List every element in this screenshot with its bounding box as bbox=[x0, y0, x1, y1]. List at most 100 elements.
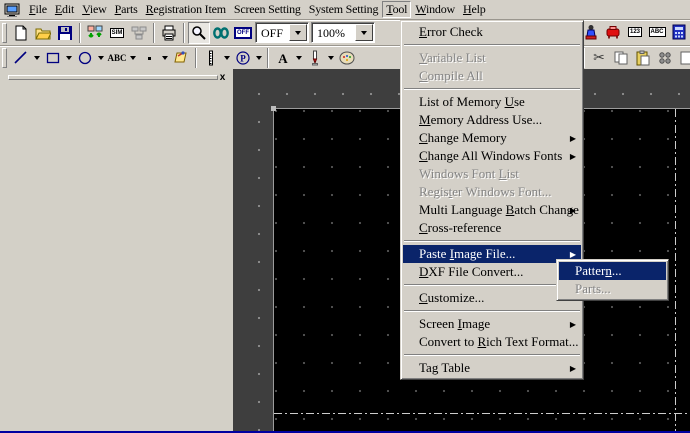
group-button[interactable] bbox=[654, 47, 676, 69]
print-button[interactable] bbox=[158, 22, 180, 44]
rectangle-tool-button[interactable] bbox=[42, 47, 64, 69]
preview-button[interactable] bbox=[210, 22, 232, 44]
submenu-arrow-icon: ▶ bbox=[570, 202, 576, 220]
alarm-button[interactable] bbox=[602, 21, 624, 43]
rectangle-tool-dropdown[interactable] bbox=[64, 47, 74, 69]
text-tool-dropdown[interactable] bbox=[128, 47, 138, 69]
chevron-down-icon bbox=[296, 56, 302, 60]
menu-item-convert-to-rich-text-format[interactable]: Convert to Rich Text Format... bbox=[403, 333, 581, 351]
menu-item-change-memory[interactable]: Change Memory▶ bbox=[403, 129, 581, 147]
menu-item-dxf-file-convert[interactable]: DXF File Convert... bbox=[403, 263, 581, 281]
menu-item-label: Customize... bbox=[419, 290, 484, 305]
clipped-edge-icon bbox=[679, 50, 690, 66]
alarm-icon bbox=[605, 24, 621, 40]
menubar-item-system-setting[interactable]: System Setting bbox=[305, 1, 383, 18]
application-window: FileEditViewPartsRegistration ItemScreen… bbox=[0, 0, 690, 70]
menu-item-list-of-memory-use[interactable]: List of Memory Use bbox=[403, 93, 581, 111]
ellipse-tool-button[interactable] bbox=[74, 47, 96, 69]
paste-image-file-submenu: Pattern...Parts... bbox=[556, 259, 669, 301]
save-button[interactable] bbox=[54, 22, 76, 44]
font-color-button[interactable]: A bbox=[272, 47, 294, 69]
scissors-icon: ✂ bbox=[593, 50, 605, 66]
menu-bar-items: FileEditViewPartsRegistration ItemScreen… bbox=[25, 1, 490, 18]
ellipse-tool-dropdown[interactable] bbox=[96, 47, 106, 69]
text-tool-icon: ABC bbox=[107, 53, 126, 63]
part-number-button[interactable]: P bbox=[232, 47, 254, 69]
menubar-item-window[interactable]: Window bbox=[411, 1, 459, 18]
menu-item-label: List of Memory Use bbox=[419, 94, 525, 109]
canvas-corner-handle[interactable] bbox=[271, 106, 276, 111]
combo-dropdown-button[interactable] bbox=[355, 24, 373, 41]
zoom-level-combo[interactable]: 100% bbox=[311, 22, 375, 43]
dot-tool-dropdown[interactable] bbox=[160, 47, 170, 69]
menu-item-screen-image[interactable]: Screen Image▶ bbox=[403, 315, 581, 333]
zoom-tool-button[interactable] bbox=[188, 22, 210, 44]
menubar-item-screen-setting[interactable]: Screen Setting bbox=[230, 1, 305, 18]
menu-separator bbox=[404, 354, 580, 356]
menu-item-pattern[interactable]: Pattern... bbox=[559, 262, 666, 280]
line-tool-dropdown[interactable] bbox=[32, 47, 42, 69]
menubar-item-parts[interactable]: Parts bbox=[111, 1, 142, 18]
part-number-dropdown[interactable] bbox=[254, 47, 264, 69]
menu-item-variable-list: Variable List bbox=[403, 49, 581, 67]
menu-item-cross-reference[interactable]: Cross-reference bbox=[403, 219, 581, 237]
pen-icon bbox=[307, 50, 323, 66]
copy-button[interactable] bbox=[610, 47, 632, 69]
toolbar-separator bbox=[79, 23, 81, 43]
menu-item-multi-language-batch-change[interactable]: Multi Language Batch Change▶ bbox=[403, 201, 581, 219]
menubar-item-registration-item[interactable]: Registration Item bbox=[142, 1, 230, 18]
draw-toolbar: ABC P A bbox=[0, 45, 690, 70]
new-document-icon bbox=[13, 25, 29, 41]
cut-button[interactable]: ✂ bbox=[588, 47, 610, 69]
open-button[interactable] bbox=[32, 22, 54, 44]
onoff-state-combo[interactable]: OFF bbox=[255, 22, 309, 43]
palette-button[interactable] bbox=[336, 47, 358, 69]
menu-item-memory-address-use[interactable]: Memory Address Use... bbox=[403, 111, 581, 129]
pen-style-button[interactable] bbox=[304, 47, 326, 69]
ruler-tool-button[interactable] bbox=[200, 47, 222, 69]
network-disabled-icon bbox=[131, 25, 147, 41]
calculator-button[interactable] bbox=[668, 21, 690, 43]
dot-tool-button[interactable] bbox=[138, 47, 160, 69]
content-area: x bbox=[0, 69, 690, 433]
alpha-keypad-button[interactable]: ABC bbox=[646, 21, 668, 43]
menu-item-label: Pattern... bbox=[575, 263, 622, 278]
numeric-keypad-button[interactable]: 123 bbox=[624, 21, 646, 43]
text-tool-button[interactable]: ABC bbox=[106, 47, 128, 69]
toolbar-grip[interactable] bbox=[2, 48, 7, 68]
font-color-dropdown[interactable] bbox=[294, 47, 304, 69]
ruler-icon bbox=[203, 50, 219, 66]
numeric-keypad-icon: 123 bbox=[628, 27, 642, 37]
document-system-icon[interactable] bbox=[4, 3, 21, 17]
font-color-icon: A bbox=[278, 52, 287, 65]
simulation-button[interactable]: SIM bbox=[106, 22, 128, 44]
line-tool-button[interactable] bbox=[10, 47, 32, 69]
ruler-tool-dropdown[interactable] bbox=[222, 47, 232, 69]
menubar-item-file[interactable]: File bbox=[25, 1, 51, 18]
paste-button[interactable] bbox=[632, 47, 654, 69]
menubar-item-edit[interactable]: Edit bbox=[51, 1, 78, 18]
menu-item-windows-font-list: Windows Font List bbox=[403, 165, 581, 183]
clipped-edge-button[interactable] bbox=[676, 47, 690, 69]
toolbar-grip[interactable] bbox=[2, 23, 7, 43]
toolbar-separator bbox=[267, 48, 269, 68]
combo-dropdown-button[interactable] bbox=[289, 24, 307, 41]
new-button[interactable] bbox=[10, 22, 32, 44]
pen-style-dropdown[interactable] bbox=[326, 47, 336, 69]
menubar-item-tool[interactable]: Tool bbox=[382, 1, 411, 18]
menu-item-label: Change All Windows Fonts bbox=[419, 148, 562, 163]
off-display-button[interactable]: OFF bbox=[232, 22, 254, 44]
menu-item-customize[interactable]: Customize... bbox=[403, 289, 581, 307]
menubar-item-view[interactable]: View bbox=[78, 1, 110, 18]
mark-button[interactable] bbox=[170, 47, 192, 69]
tool-menu-dropdown: Error CheckVariable ListCompile AllList … bbox=[400, 20, 584, 380]
panel-grip[interactable] bbox=[8, 75, 218, 80]
screen-transfer-button[interactable] bbox=[84, 22, 106, 44]
menubar-item-help[interactable]: Help bbox=[459, 1, 490, 18]
menu-item-error-check[interactable]: Error Check bbox=[403, 23, 581, 41]
menu-item-change-all-windows-fonts[interactable]: Change All Windows Fonts▶ bbox=[403, 147, 581, 165]
menu-separator bbox=[404, 284, 580, 286]
menu-item-tag-table[interactable]: Tag Table▶ bbox=[403, 359, 581, 377]
panel-close-button[interactable]: x bbox=[216, 71, 229, 84]
menu-item-paste-image-file[interactable]: Paste Image File...▶ bbox=[403, 245, 581, 263]
